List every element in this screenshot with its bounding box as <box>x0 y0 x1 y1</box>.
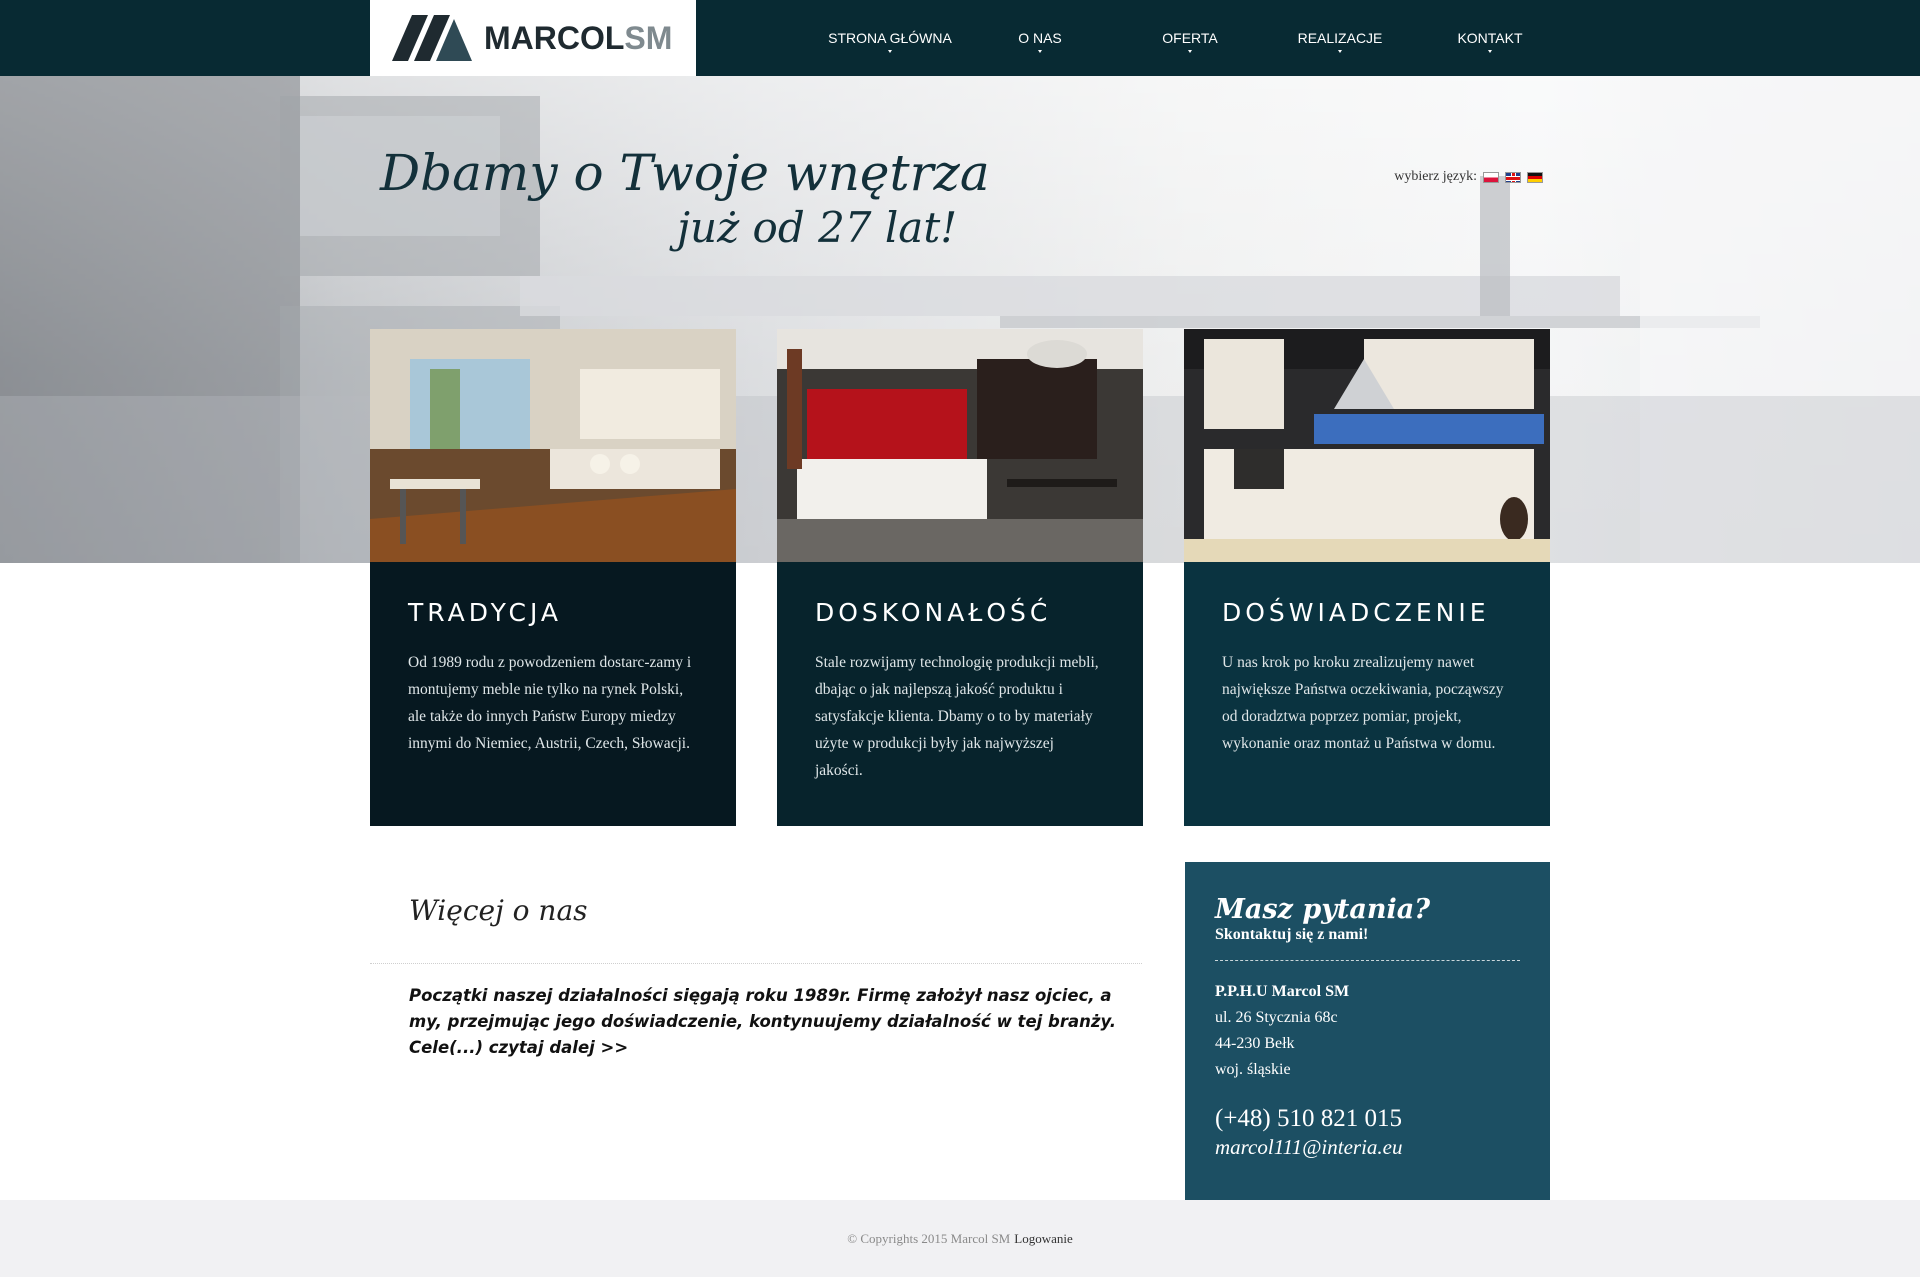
hero-title: Dbamy o Twoje wnętrza <box>380 144 990 202</box>
footer-copyright: © Copyrights 2015 Marcol SM <box>847 1230 1011 1246</box>
company-name: P.P.H.U Marcol SM <box>1215 983 1350 1000</box>
dropdown-indicator-icon <box>1038 50 1042 53</box>
language-selector: wybierz język: <box>1394 169 1543 185</box>
nav-item-label: OFERTA <box>1162 30 1218 46</box>
flag-de-icon[interactable] <box>1527 171 1543 183</box>
feature-card-doskonalosc: DOSKONAŁOŚĆ Stale rozwijamy technologię … <box>777 329 1143 826</box>
card-text: U nas krok po kroku zrealizujemy nawet n… <box>1222 654 1504 752</box>
top-navigation-bar: MARCOLSM STRONA GŁÓWNA O NAS OFERTA REAL… <box>0 0 1920 76</box>
about-divider <box>370 963 1142 964</box>
dropdown-indicator-icon <box>1188 50 1192 53</box>
hero-subtitle: już od 27 lat! <box>677 203 958 252</box>
nav-item-kontakt[interactable]: KONTAKT <box>1400 0 1580 76</box>
nav-item-strona-glowna[interactable]: STRONA GŁÓWNA <box>800 0 980 76</box>
feature-card-doswiadczenie: DOŚWIADCZENIE U nas krok po kroku zreali… <box>1184 329 1550 826</box>
dropdown-indicator-icon <box>888 50 892 53</box>
flag-pl-icon[interactable] <box>1483 171 1499 183</box>
contact-phone[interactable]: (+48) 510 821 015 <box>1215 1105 1520 1133</box>
flag-en-icon[interactable] <box>1505 171 1521 183</box>
about-text-link[interactable]: Początki naszej działalności sięgają rok… <box>409 983 1119 1061</box>
logo-text: MARCOLSM <box>484 20 672 57</box>
logo-text-accent: SM <box>624 19 673 56</box>
card-title: TRADYCJA <box>408 598 563 627</box>
kitchen-photo-2 <box>777 329 1143 562</box>
nav-item-label: O NAS <box>1018 30 1062 46</box>
address-street: ul. 26 Stycznia 68c <box>1215 1009 1338 1026</box>
login-link[interactable]: Logowanie <box>1014 1231 1072 1247</box>
language-label: wybierz język: <box>1394 169 1477 184</box>
logo[interactable]: MARCOLSM <box>370 0 696 76</box>
nav-item-oferta[interactable]: OFERTA <box>1100 0 1280 76</box>
dropdown-indicator-icon <box>1488 50 1492 53</box>
contact-box: Masz pytania? Skontaktuj się z nami! P.P… <box>1185 862 1550 1200</box>
nav-item-realizacje[interactable]: REALIZACJE <box>1280 0 1400 76</box>
about-title: Więcej o nas <box>409 894 588 927</box>
contact-subtitle: Skontaktuj się z nami! <box>1215 926 1369 943</box>
nav-item-o-nas[interactable]: O NAS <box>980 0 1100 76</box>
address-city: 44-230 Bełk <box>1215 1035 1295 1052</box>
feature-card-tradycja: TRADYCJA Od 1989 rodu z powodzeniem dost… <box>370 329 736 826</box>
card-body: TRADYCJA Od 1989 rodu z powodzeniem dost… <box>370 562 736 826</box>
card-title: DOŚWIADCZENIE <box>1222 598 1490 627</box>
kitchen-photo-1 <box>370 329 736 562</box>
card-text: Stale rozwijamy technologię produkcji me… <box>815 654 1099 779</box>
contact-address: P.P.H.U Marcol SM ul. 26 Stycznia 68c 44… <box>1215 979 1520 1083</box>
dropdown-indicator-icon <box>1338 50 1342 53</box>
contact-title: Masz pytania? <box>1215 894 1431 925</box>
logo-text-main: MARCOL <box>484 19 625 56</box>
card-text: Od 1989 rodu z powodzeniem dostarc-zamy … <box>408 654 692 752</box>
nav-item-label: KONTAKT <box>1457 30 1523 46</box>
card-body: DOSKONAŁOŚĆ Stale rozwijamy technologię … <box>777 562 1143 826</box>
contact-email[interactable]: marcol111@interia.eu <box>1215 1133 1520 1161</box>
nav-item-label: REALIZACJE <box>1297 30 1383 46</box>
card-title: DOSKONAŁOŚĆ <box>815 598 1052 627</box>
address-region: woj. śląskie <box>1215 1061 1291 1078</box>
logo-mark-icon <box>392 15 472 61</box>
contact-divider <box>1215 960 1520 961</box>
card-body: DOŚWIADCZENIE U nas krok po kroku zreali… <box>1184 562 1550 826</box>
nav-item-label: STRONA GŁÓWNA <box>828 30 952 46</box>
main-nav: STRONA GŁÓWNA O NAS OFERTA REALIZACJE KO… <box>800 0 1580 76</box>
kitchen-photo-3 <box>1184 329 1550 562</box>
footer: © Copyrights 2015 Marcol SM Logowanie <box>0 1200 1920 1277</box>
